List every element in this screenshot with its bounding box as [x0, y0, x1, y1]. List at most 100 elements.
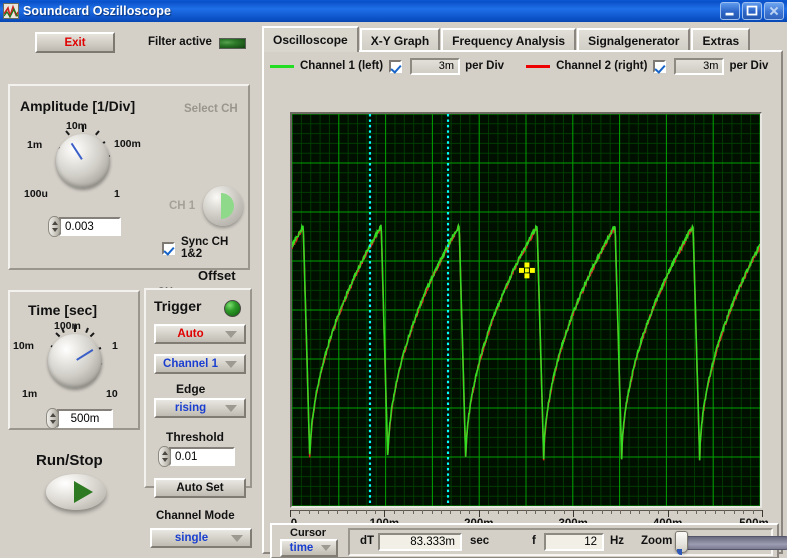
x-tick-minor: [507, 510, 508, 514]
time-stepper[interactable]: [46, 408, 59, 429]
dt-label: dT: [360, 535, 374, 547]
threshold-stepper[interactable]: [158, 446, 171, 467]
x-tick-minor: [649, 510, 650, 514]
oscilloscope-plot[interactable]: [290, 112, 762, 508]
x-tick-minor: [403, 510, 404, 514]
amplitude-knob-label-100m: 100m: [114, 138, 141, 150]
cursor-mode-value: time: [282, 542, 321, 554]
control-panel: Exit Filter active Amplitude [1/Div]: [0, 22, 258, 558]
time-knob-label-100m: 100m: [54, 320, 81, 332]
tab-oscilloscope[interactable]: Oscilloscope: [262, 26, 359, 52]
exit-button[interactable]: Exit: [35, 32, 115, 53]
select-ch-label: Select CH: [184, 103, 238, 115]
x-tick-minor: [394, 510, 395, 514]
offset-label: Offset: [198, 268, 236, 283]
amplitude-knob-label-1: 1: [114, 188, 120, 200]
time-knob-label-10: 10: [106, 388, 118, 400]
minimize-icon[interactable]: [720, 2, 740, 20]
zoom-slider[interactable]: [680, 536, 787, 550]
cursor-bar: Cursor time dT 83.333m sec f 12 Hz Zo: [270, 523, 779, 558]
x-tick-minor: [630, 510, 631, 514]
time-knob-label-10m: 10m: [13, 340, 34, 352]
run-stop-button[interactable]: [46, 474, 106, 510]
tab-xy-graph[interactable]: X-Y Graph: [360, 28, 440, 52]
x-tick-minor: [545, 510, 546, 514]
channel-mode-value: single: [152, 532, 231, 544]
x-tick-major: [290, 510, 291, 517]
dt-unit: sec: [470, 535, 489, 547]
x-tick-minor: [611, 510, 612, 514]
channel2-per-div-value[interactable]: 3m: [674, 58, 724, 75]
trigger-edge-select[interactable]: rising: [154, 398, 246, 418]
close-icon[interactable]: [764, 2, 784, 20]
tab-signalgenerator[interactable]: Signalgenerator: [577, 28, 690, 52]
chevron-down-icon: [225, 331, 237, 338]
x-tick-minor: [318, 510, 319, 514]
channel2-enable-checkbox[interactable]: [653, 60, 666, 73]
select-ch-knob[interactable]: [203, 186, 243, 226]
auto-set-button[interactable]: Auto Set: [154, 478, 246, 498]
x-tick-minor: [724, 510, 725, 514]
time-value-field[interactable]: 500m: [46, 408, 113, 429]
x-tick-minor: [620, 510, 621, 514]
trigger-threshold-value[interactable]: 0.01: [169, 447, 235, 466]
x-tick-minor: [488, 510, 489, 514]
channel1-enable-checkbox[interactable]: [389, 60, 402, 73]
channel2-label: Channel 2 (right): [556, 60, 647, 72]
x-tick-minor: [498, 510, 499, 514]
chevron-down-icon: [321, 545, 331, 551]
x-tick-minor: [639, 510, 640, 514]
trigger-source-select[interactable]: Channel 1: [154, 354, 246, 374]
x-tick-major: [668, 510, 669, 517]
x-tick-minor: [535, 510, 536, 514]
amplitude-stepper[interactable]: [48, 216, 61, 237]
x-tick-minor: [564, 510, 565, 514]
channel-mode-label: Channel Mode: [156, 510, 235, 522]
channel2-color-swatch: [526, 65, 550, 68]
frequency-unit: Hz: [610, 535, 624, 547]
amplitude-value-field[interactable]: 0.003: [48, 216, 121, 237]
cursor-mode-select[interactable]: time: [280, 539, 338, 557]
maximize-icon[interactable]: [742, 2, 762, 20]
waveform-canvas[interactable]: [292, 114, 760, 506]
frequency-value[interactable]: 12: [544, 533, 604, 551]
amplitude-value[interactable]: 0.003: [59, 217, 121, 236]
zoom-slider-handle[interactable]: [675, 531, 688, 553]
trigger-threshold-field[interactable]: 0.01: [158, 446, 235, 467]
tab-extras[interactable]: Extras: [691, 28, 750, 52]
x-tick-minor: [347, 510, 348, 514]
amplitude-knob-label-100u: 100u: [24, 188, 48, 200]
amplitude-knob-label-1m: 1m: [27, 139, 42, 151]
trigger-title: Trigger: [154, 298, 201, 314]
time-title: Time [sec]: [28, 302, 97, 318]
x-tick-minor: [375, 510, 376, 514]
play-icon: [74, 481, 93, 503]
x-tick-minor: [432, 510, 433, 514]
tab-frequency-analysis[interactable]: Frequency Analysis: [441, 28, 576, 52]
time-knob-label-1: 1: [112, 340, 118, 352]
chevron-down-icon: [225, 405, 237, 412]
time-knob[interactable]: [48, 334, 102, 388]
x-tick-minor: [517, 510, 518, 514]
trigger-edge-label: Edge: [176, 382, 205, 396]
x-tick-minor: [734, 510, 735, 514]
dt-value[interactable]: 83.333m: [378, 533, 462, 551]
sync-ch-checkbox[interactable]: [162, 242, 175, 255]
x-tick-major: [573, 510, 574, 517]
cursor-label: Cursor: [290, 527, 326, 539]
time-value[interactable]: 500m: [57, 409, 113, 428]
trigger-mode-select[interactable]: Auto: [154, 324, 246, 344]
x-tick-minor: [469, 510, 470, 514]
run-stop-label: Run/Stop: [36, 452, 103, 469]
amplitude-knob[interactable]: [56, 134, 110, 188]
tab-strip: Oscilloscope X-Y Graph Frequency Analysi…: [262, 26, 751, 52]
x-tick-minor: [309, 510, 310, 514]
zoom-label: Zoom: [641, 535, 672, 547]
x-tick-minor: [686, 510, 687, 514]
x-tick-minor: [299, 510, 300, 514]
sync-ch-row[interactable]: Sync CH 1&2: [162, 236, 248, 260]
channel1-per-div-value[interactable]: 3m: [410, 58, 460, 75]
channel-mode-select[interactable]: single: [150, 528, 252, 548]
chevron-down-icon: [225, 361, 237, 368]
oscilloscope-icon: [3, 3, 19, 19]
